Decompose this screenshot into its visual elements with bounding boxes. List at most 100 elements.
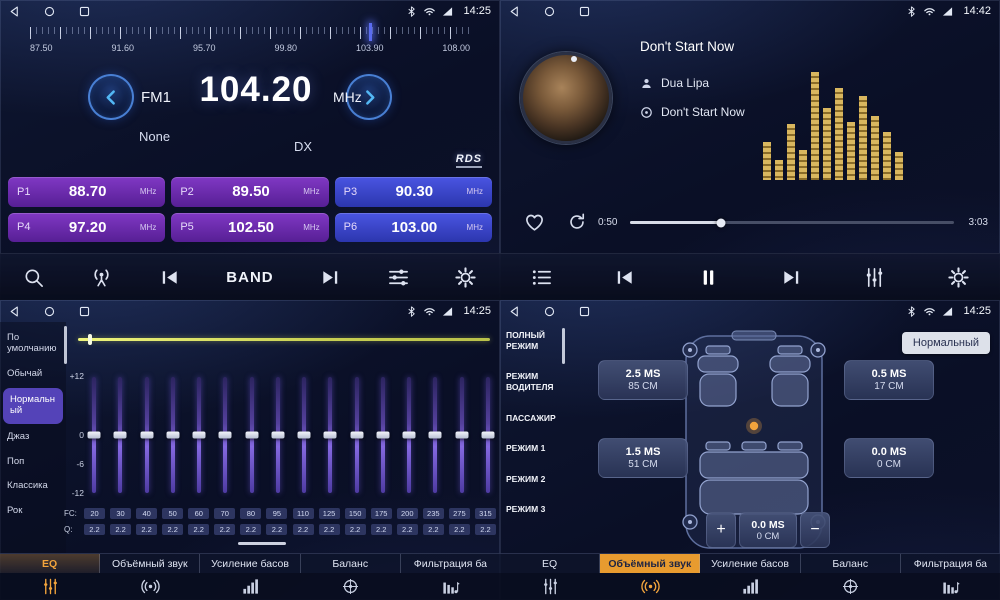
eq-band-slider-275hz[interactable] [456, 377, 468, 493]
back-icon[interactable] [9, 306, 20, 317]
tune-sliders-icon[interactable] [387, 266, 410, 289]
tab-bass-filter[interactable]: Фильтрация ба [901, 554, 1000, 573]
bass-filter-icon[interactable] [900, 573, 1000, 600]
next-track-icon[interactable] [780, 266, 803, 289]
tab-bass-boost[interactable]: Усиление басов [700, 554, 800, 573]
favorite-icon[interactable] [522, 209, 547, 234]
eq-slider-knob[interactable] [219, 432, 232, 439]
back-icon[interactable] [509, 306, 520, 317]
eq-band-slider-315hz[interactable] [482, 377, 494, 493]
tab-balance[interactable]: Баланс [301, 554, 401, 573]
home-icon[interactable] [544, 306, 555, 317]
sidebar-scrollbar[interactable] [562, 328, 565, 364]
preset-button-p2[interactable]: P2 89.50 MHz [171, 177, 328, 207]
balance-icon[interactable] [800, 573, 900, 600]
eq-slider-knob[interactable] [88, 432, 101, 439]
tab-balance[interactable]: Баланс [801, 554, 901, 573]
eq-band-slider-20hz[interactable] [88, 377, 100, 493]
eq-band-slider-95hz[interactable] [272, 377, 284, 493]
tab-eq[interactable]: EQ [0, 554, 100, 573]
eq-slider-knob[interactable] [403, 432, 416, 439]
eq-preset-item-6[interactable]: Рок [0, 499, 66, 524]
delay-rear-left-button[interactable]: 1.5 MS 51 CM [598, 438, 688, 478]
frequency-scale[interactable]: 87.5091.6095.7099.80103.90108.00 [30, 27, 470, 61]
bass-filter-icon[interactable] [400, 573, 500, 600]
tab-bass-filter[interactable]: Фильтрация ба [401, 554, 500, 573]
surround-mode-button-3[interactable]: РЕЖИМ 1 [500, 439, 564, 458]
delay-decrease-button[interactable]: − [800, 512, 830, 548]
recents-icon[interactable] [579, 306, 590, 317]
eq-band-slider-150hz[interactable] [351, 377, 363, 493]
recents-icon[interactable] [579, 6, 590, 17]
recents-icon[interactable] [79, 6, 90, 17]
eq-band-slider-40hz[interactable] [141, 377, 153, 493]
eq-band-slider-50hz[interactable] [167, 377, 179, 493]
preset-button-p1[interactable]: P1 88.70 MHz [8, 177, 165, 207]
surround-mode-button-2[interactable]: ПАССАЖИР [500, 409, 564, 428]
tab-surround-sound[interactable]: Объёмный звук [100, 554, 200, 573]
preset-button-p4[interactable]: P4 97.20 MHz [8, 213, 165, 243]
eq-slider-knob[interactable] [166, 432, 179, 439]
delay-rear-right-button[interactable]: 0.0 MS 0 CM [844, 438, 934, 478]
bass-boost-icon[interactable] [200, 573, 300, 600]
preset-button-p3[interactable]: P3 90.30 MHz [335, 177, 492, 207]
eq-slider-knob[interactable] [271, 432, 284, 439]
master-level-knob[interactable] [88, 334, 92, 345]
preset-button-p6[interactable]: P6 103.00 MHz [335, 213, 492, 243]
preset-button-p5[interactable]: P5 102.50 MHz [171, 213, 328, 243]
settings-gear-icon[interactable] [454, 266, 477, 289]
balance-icon[interactable] [300, 573, 400, 600]
eq-slider-knob[interactable] [429, 432, 442, 439]
eq-preset-item-0[interactable]: По умолчанию [0, 326, 66, 362]
eq-slider-knob[interactable] [481, 432, 494, 439]
eq-preset-item-5[interactable]: Классика [0, 474, 66, 499]
settings-gear-icon[interactable] [947, 266, 970, 289]
radio-scan-icon[interactable] [90, 266, 113, 289]
seek-bar[interactable] [630, 221, 954, 224]
eq-sliders-icon[interactable] [0, 573, 100, 600]
eq-band-slider-30hz[interactable] [114, 377, 126, 493]
eq-band-slider-200hz[interactable] [403, 377, 415, 493]
repeat-icon[interactable] [566, 211, 588, 233]
horizontal-scrollbar[interactable] [238, 542, 286, 545]
next-track-icon[interactable] [319, 266, 342, 289]
eq-band-slider-80hz[interactable] [246, 377, 258, 493]
eq-sliders-icon[interactable] [500, 573, 600, 600]
eq-preset-item-3[interactable]: Джаз [0, 425, 66, 450]
search-icon[interactable] [22, 266, 45, 289]
eq-slider-knob[interactable] [376, 432, 389, 439]
eq-band-slider-60hz[interactable] [193, 377, 205, 493]
previous-track-icon[interactable] [613, 266, 636, 289]
surround-sound-icon[interactable] [100, 573, 200, 600]
bass-boost-icon[interactable] [700, 573, 800, 600]
eq-band-slider-175hz[interactable] [377, 377, 389, 493]
tab-surround-sound[interactable]: Объёмный звук [600, 554, 700, 573]
back-icon[interactable] [509, 6, 520, 17]
delay-increase-button[interactable]: + [706, 512, 736, 548]
sound-profile-button[interactable]: Нормальный [902, 332, 990, 354]
master-level-slider[interactable] [78, 338, 490, 341]
home-icon[interactable] [44, 306, 55, 317]
eq-band-slider-235hz[interactable] [429, 377, 441, 493]
playlist-icon[interactable] [530, 266, 553, 289]
delay-front-right-button[interactable]: 0.5 MS 17 CM [844, 360, 934, 400]
pause-icon[interactable] [697, 266, 720, 289]
previous-track-icon[interactable] [158, 266, 181, 289]
eq-slider-knob[interactable] [350, 432, 363, 439]
eq-band-slider-125hz[interactable] [324, 377, 336, 493]
eq-slider-knob[interactable] [324, 432, 337, 439]
delay-front-left-button[interactable]: 2.5 MS 85 CM [598, 360, 688, 400]
eq-mixer-icon[interactable] [863, 266, 886, 289]
seek-bar-knob[interactable] [716, 218, 725, 227]
eq-slider-knob[interactable] [140, 432, 153, 439]
eq-band-slider-70hz[interactable] [219, 377, 231, 493]
back-icon[interactable] [9, 6, 20, 17]
surround-mode-button-1[interactable]: РЕЖИМ ВОДИТЕЛЯ [500, 367, 564, 396]
recents-icon[interactable] [79, 306, 90, 317]
band-button[interactable]: BAND [226, 269, 273, 286]
tune-down-button[interactable] [88, 74, 134, 120]
eq-band-slider-110hz[interactable] [298, 377, 310, 493]
surround-mode-button-0[interactable]: ПОЛНЫЙ РЕЖИМ [500, 326, 564, 355]
surround-mode-button-5[interactable]: РЕЖИМ 3 [500, 500, 564, 519]
tab-eq[interactable]: EQ [500, 554, 600, 573]
